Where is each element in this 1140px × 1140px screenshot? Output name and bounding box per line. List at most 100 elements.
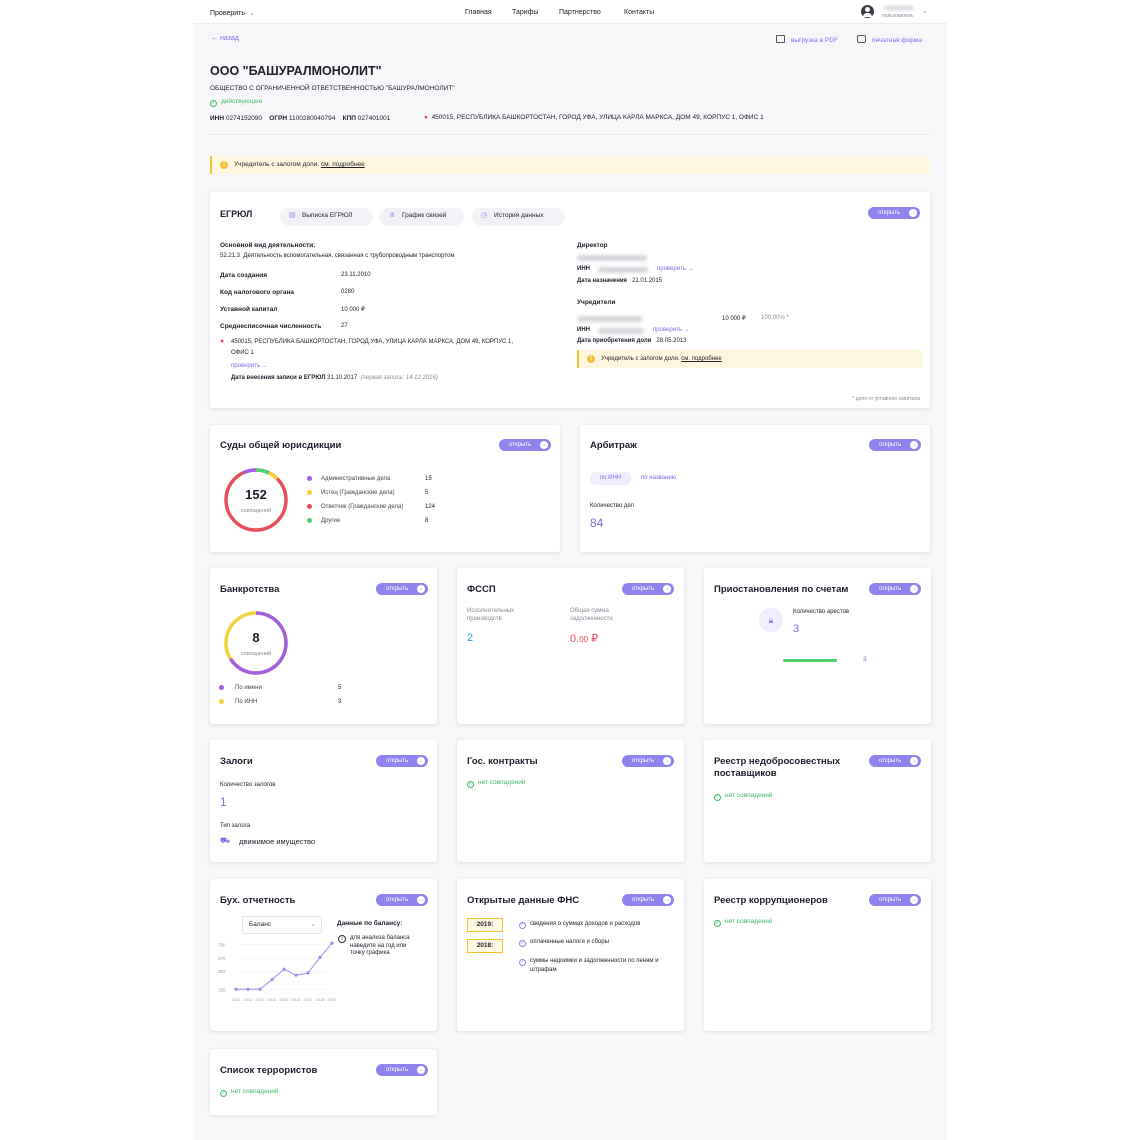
check-circle-icon: ✓ xyxy=(519,922,526,929)
company-name: ООО "БАШУРАЛМОНОЛИТ" xyxy=(210,64,382,78)
director-verify-link[interactable]: проверить → xyxy=(657,266,694,272)
pledges-open-button[interactable]: открыть → xyxy=(376,755,428,767)
egrul-record: Дата внесения записи в ЕГРЮЛ 31.10.2017 … xyxy=(231,375,438,381)
tab-by-inn[interactable]: по ИНН xyxy=(590,472,631,485)
legend-label: По ИНН xyxy=(235,699,258,705)
terrorists-status: ✓ нет совпадений xyxy=(220,1088,279,1097)
fns-title: Открытые данные ФНС xyxy=(467,895,580,906)
company-status: ✓ действующее xyxy=(210,98,263,107)
print-button[interactable]: печатная форма xyxy=(857,35,922,44)
headcount-label: Среднесписочная численность xyxy=(220,323,322,330)
arbitrage-count: 84 xyxy=(590,516,604,530)
pledges-title: Залоги xyxy=(220,756,253,767)
back-link[interactable]: ← назад xyxy=(211,35,239,42)
check-menu[interactable]: Проверить ⌄ xyxy=(210,9,255,17)
chevron-down-icon: ⌄ xyxy=(310,921,316,928)
fssp-proceedings-value: 2 xyxy=(467,632,474,644)
tab-links-graph[interactable]: ⋔ График связей xyxy=(380,208,464,224)
founder-verify-link[interactable]: проверить → xyxy=(653,327,690,333)
balance-point[interactable] xyxy=(234,987,238,991)
contracts-open-button[interactable]: открыть → xyxy=(622,755,674,767)
nav-tariffs[interactable]: Тарифы xyxy=(512,9,538,16)
nav-home[interactable]: Главная xyxy=(465,9,492,16)
check-circle-icon: ✓ xyxy=(220,1090,227,1097)
tab-data-history[interactable]: ◷ История данных xyxy=(472,208,564,224)
terrorists-card: Список террористов открыть → ✓ нет совпаде… xyxy=(210,1049,437,1115)
arrow-left-icon: ← xyxy=(211,35,220,42)
balance-point[interactable] xyxy=(258,987,262,991)
y-tick-label: 150 xyxy=(218,987,226,992)
dishonest-status: ✓ нет совпадений xyxy=(714,792,773,801)
tax-code-value: 0280 xyxy=(341,289,355,295)
address-verify-link[interactable]: проверить → xyxy=(231,363,268,369)
founder-share: 100.00% * xyxy=(761,315,789,321)
balance-info-text: для анализа баланса наведите на год или … xyxy=(350,935,410,956)
courts-open-button[interactable]: открыть → xyxy=(499,439,551,451)
banner-details-link[interactable]: см. подробнее xyxy=(321,161,365,168)
creation-date-value: 23.11.2010 xyxy=(341,272,371,278)
terrorists-open-button[interactable]: открыть → xyxy=(376,1064,428,1076)
arrow-right-icon: → xyxy=(417,585,425,593)
bankruptcy-card: Банкротства открыть → 8 совпадений По име… xyxy=(210,568,437,724)
avatar[interactable] xyxy=(861,5,874,18)
dishonest-open-button[interactable]: открыть → xyxy=(869,755,921,767)
balance-point[interactable] xyxy=(294,973,298,977)
accounting-open-button[interactable]: открыть → xyxy=(376,894,428,906)
balance-chart[interactable]: 750 570 393 150 2011 2012 2013 2014 2015 2016 2017… xyxy=(216,937,338,1003)
egrul-address-line2: ОФИС 1 xyxy=(231,350,254,356)
courts-ring-other xyxy=(255,468,270,475)
founder-details-link[interactable]: см. подробнее xyxy=(681,356,722,362)
balance-point[interactable] xyxy=(282,967,286,971)
suspensions-open-button[interactable]: открыть → xyxy=(869,583,921,595)
check-circle-icon: ✓ xyxy=(714,794,721,801)
egrul-title: ЕГРЮЛ xyxy=(220,209,253,219)
tab-by-name[interactable]: по названию xyxy=(641,472,676,485)
x-tick-label: 2016 xyxy=(292,997,302,1002)
inn-value: 0274152090 xyxy=(225,115,263,122)
pledges-card: Залоги открыть → Количество залогов 1 Тип… xyxy=(210,740,437,862)
corruption-open-button[interactable]: открыть → xyxy=(869,894,921,906)
legend-value: 5 xyxy=(425,490,429,496)
warning-icon: ! xyxy=(220,161,228,169)
suspensions-bar-value: 3 xyxy=(863,656,867,663)
legend-label: Административные дела xyxy=(321,476,391,482)
arrow-right-icon: → xyxy=(417,896,425,904)
divider xyxy=(210,134,930,135)
year-2019[interactable]: 2019: xyxy=(467,918,503,932)
arrow-right-icon: → xyxy=(910,896,918,904)
arbitrage-open-button[interactable]: открыть → xyxy=(869,439,921,451)
fssp-open-button[interactable]: открыть → xyxy=(622,583,674,595)
egrul-open-button[interactable]: открыть → xyxy=(868,207,920,219)
fns-open-button[interactable]: открыть → xyxy=(622,894,674,906)
capital-value: 10 000 ₽ xyxy=(341,307,365,313)
tab-egrul-extract[interactable]: ▤ Выписка ЕГРЮЛ xyxy=(280,208,372,224)
user-menu-chevron-icon[interactable]: ⌄ xyxy=(922,7,928,15)
clock-icon: ◷ xyxy=(481,212,488,219)
capital-label: Уставной капитал xyxy=(220,306,278,313)
nav-contacts[interactable]: Контакты xyxy=(624,9,654,16)
headcount-value: 27 xyxy=(341,323,348,329)
check-menu-label: Проверить xyxy=(210,10,246,17)
suspensions-bar xyxy=(783,659,837,662)
balance-point[interactable] xyxy=(270,978,274,982)
bankruptcy-open-button[interactable]: открыть → xyxy=(376,583,428,595)
check-circle-icon: ✓ xyxy=(519,940,526,947)
balance-point[interactable] xyxy=(306,971,310,975)
egrul-address-line1: 450015, РЕСПУБЛИКА БАШКОРТОСТАН, ГОРОД У… xyxy=(231,339,514,345)
document-icon: ▤ xyxy=(289,212,296,219)
balance-point[interactable] xyxy=(246,987,250,991)
balance-select[interactable]: Баланс ⌄ xyxy=(242,916,322,934)
x-tick-label: 2011 xyxy=(232,997,241,1002)
pdf-export-button[interactable]: выгрузка в PDF xyxy=(776,35,838,44)
company-address: ● 450015, РЕСПУБЛИКА БАШКОРТОСТАН, ГОРОД… xyxy=(424,114,764,121)
balance-point[interactable] xyxy=(330,941,334,945)
courts-ring-admin xyxy=(242,468,257,475)
check-circle-icon: ✓ xyxy=(467,781,474,788)
fns-item: ✓ оплаченные налоги и сборы xyxy=(519,939,609,947)
year-2018[interactable]: 2018: xyxy=(467,939,503,953)
arrow-right-icon: → xyxy=(663,585,671,593)
company-full-name: ОБЩЕСТВО С ОГРАНИЧЕННОЙ ОТВЕТСТВЕННОСТЬЮ… xyxy=(210,85,455,92)
pledge-type-label: Тип залога xyxy=(220,823,251,829)
balance-point[interactable] xyxy=(318,955,322,959)
nav-partnership[interactable]: Партнерство xyxy=(559,9,601,16)
